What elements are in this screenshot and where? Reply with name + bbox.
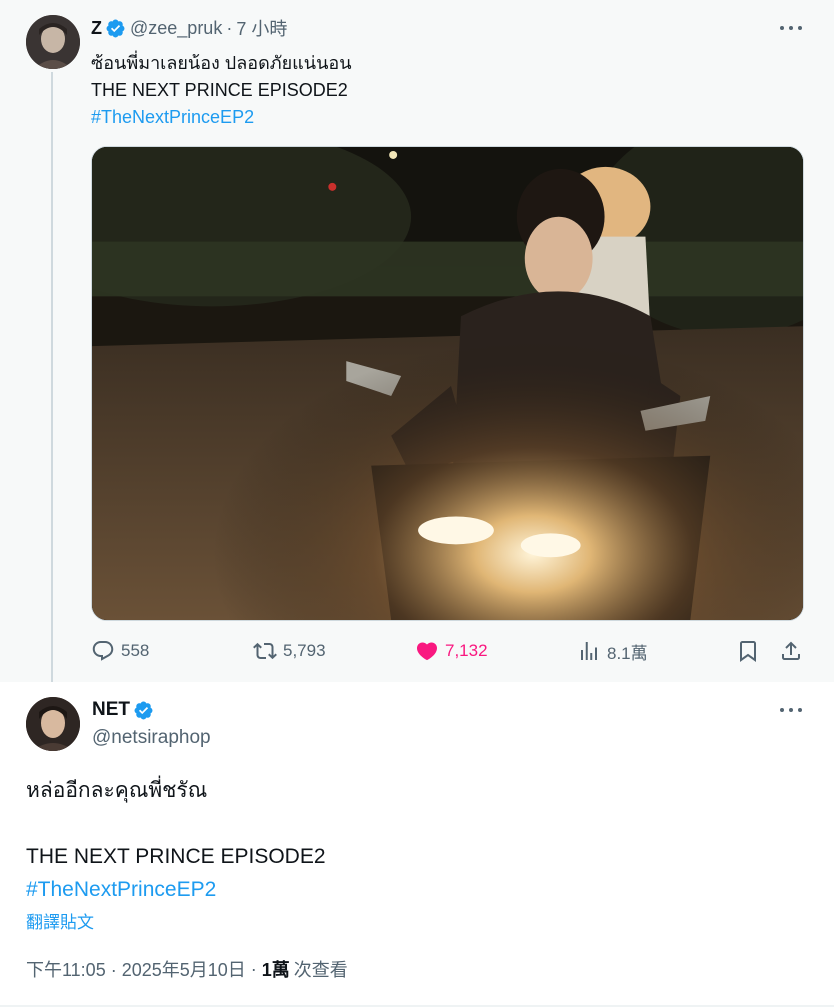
heart-icon: [416, 642, 438, 661]
tweet-actions-bar: 558 5,793 7,132 8.1萬: [91, 636, 804, 666]
verified-badge-icon: [134, 701, 153, 719]
like-button[interactable]: 7,132: [415, 636, 488, 666]
tweet-meta: 下午11:05 · 2025年5月10日 · 1萬 次查看: [26, 956, 348, 982]
share-icon: [782, 641, 800, 660]
retweet-icon: [253, 642, 277, 660]
views-label: 次查看: [293, 960, 348, 980]
main-author-row: NET: [92, 699, 158, 721]
author-handle[interactable]: @netsiraphop: [92, 727, 211, 749]
main-tweet-text: หล่ออีกละคุณพี่ชรัณ THE NEXT PRINCE EPIS…: [26, 774, 326, 906]
tweet-text-line: ซ้อนพี่มาเลยน้อง ปลอดภัยแน่นอน: [91, 53, 352, 73]
reply-button[interactable]: 558: [91, 636, 149, 666]
more-options-icon[interactable]: [780, 24, 802, 32]
author-name[interactable]: Z: [91, 18, 102, 39]
more-options-icon[interactable]: [780, 706, 802, 714]
like-count: 7,132: [445, 641, 488, 660]
bookmark-icon: [740, 641, 756, 662]
tweet-timestamp[interactable]: 下午11:05 · 2025年5月10日: [26, 956, 246, 982]
share-button[interactable]: [779, 636, 803, 666]
separator-dot: ·: [226, 17, 233, 38]
views-count: 8.1萬: [607, 643, 648, 663]
tweet-time[interactable]: 7 小時: [236, 15, 287, 41]
views-chart-icon: [581, 642, 597, 660]
separator-dot: ·: [250, 958, 257, 979]
tweet-text-line: THE NEXT PRINCE EPISODE2: [91, 80, 348, 100]
tweet-text-line: หล่ออีกละคุณพี่ชรัณ: [26, 779, 208, 802]
bookmark-button[interactable]: [736, 636, 760, 666]
thread-connector-line: [51, 72, 53, 682]
retweet-count: 5,793: [283, 641, 326, 660]
views-button[interactable]: 8.1萬: [577, 636, 648, 666]
views-count: 1萬: [261, 960, 290, 980]
parent-tweet-header: Z @zee_pruk · 7 小時: [91, 16, 287, 40]
hashtag-link[interactable]: #TheNextPrinceEP2: [26, 873, 326, 906]
tweet-photo[interactable]: [91, 146, 804, 621]
author-handle[interactable]: @zee_pruk: [130, 18, 222, 39]
avatar[interactable]: [26, 697, 80, 751]
translate-post-link[interactable]: 翻譯貼文: [26, 908, 94, 933]
hashtag-link[interactable]: #TheNextPrinceEP2: [91, 104, 352, 131]
verified-badge-icon: [106, 19, 125, 37]
retweet-button[interactable]: 5,793: [253, 636, 326, 666]
author-name[interactable]: NET: [92, 699, 130, 721]
reply-count: 558: [121, 641, 150, 660]
reply-icon: [92, 641, 114, 661]
avatar[interactable]: [26, 15, 80, 69]
tweet-text-line: THE NEXT PRINCE EPISODE2: [26, 845, 326, 868]
parent-tweet-text: ซ้อนพี่มาเลยน้อง ปลอดภัยแน่นอน THE NEXT …: [91, 50, 352, 131]
